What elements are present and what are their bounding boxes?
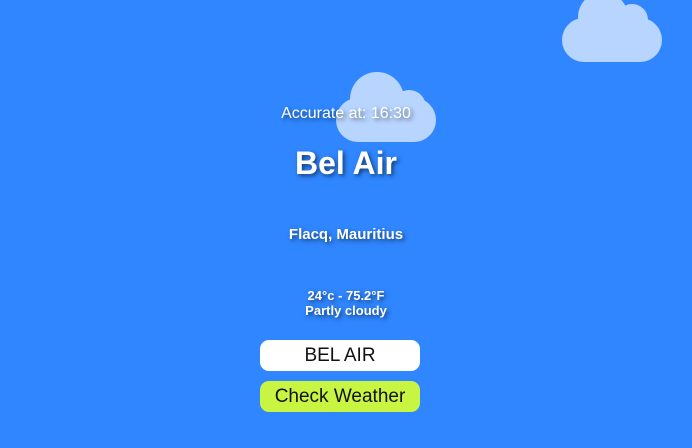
cloud-icon: [562, 0, 664, 64]
condition-label: Partly cloudy: [305, 303, 387, 318]
city-title: Bel Air: [295, 145, 397, 181]
accurate-time-label: Accurate at: 16:30: [281, 105, 411, 122]
city-search-input[interactable]: [260, 340, 420, 371]
region-label: Flacq, Mauritius: [288, 226, 404, 243]
cloud-icon-puff: [616, 4, 648, 36]
temperature-label: 24°c - 75.2°F: [307, 288, 385, 303]
check-weather-button[interactable]: Check Weather: [260, 381, 420, 412]
